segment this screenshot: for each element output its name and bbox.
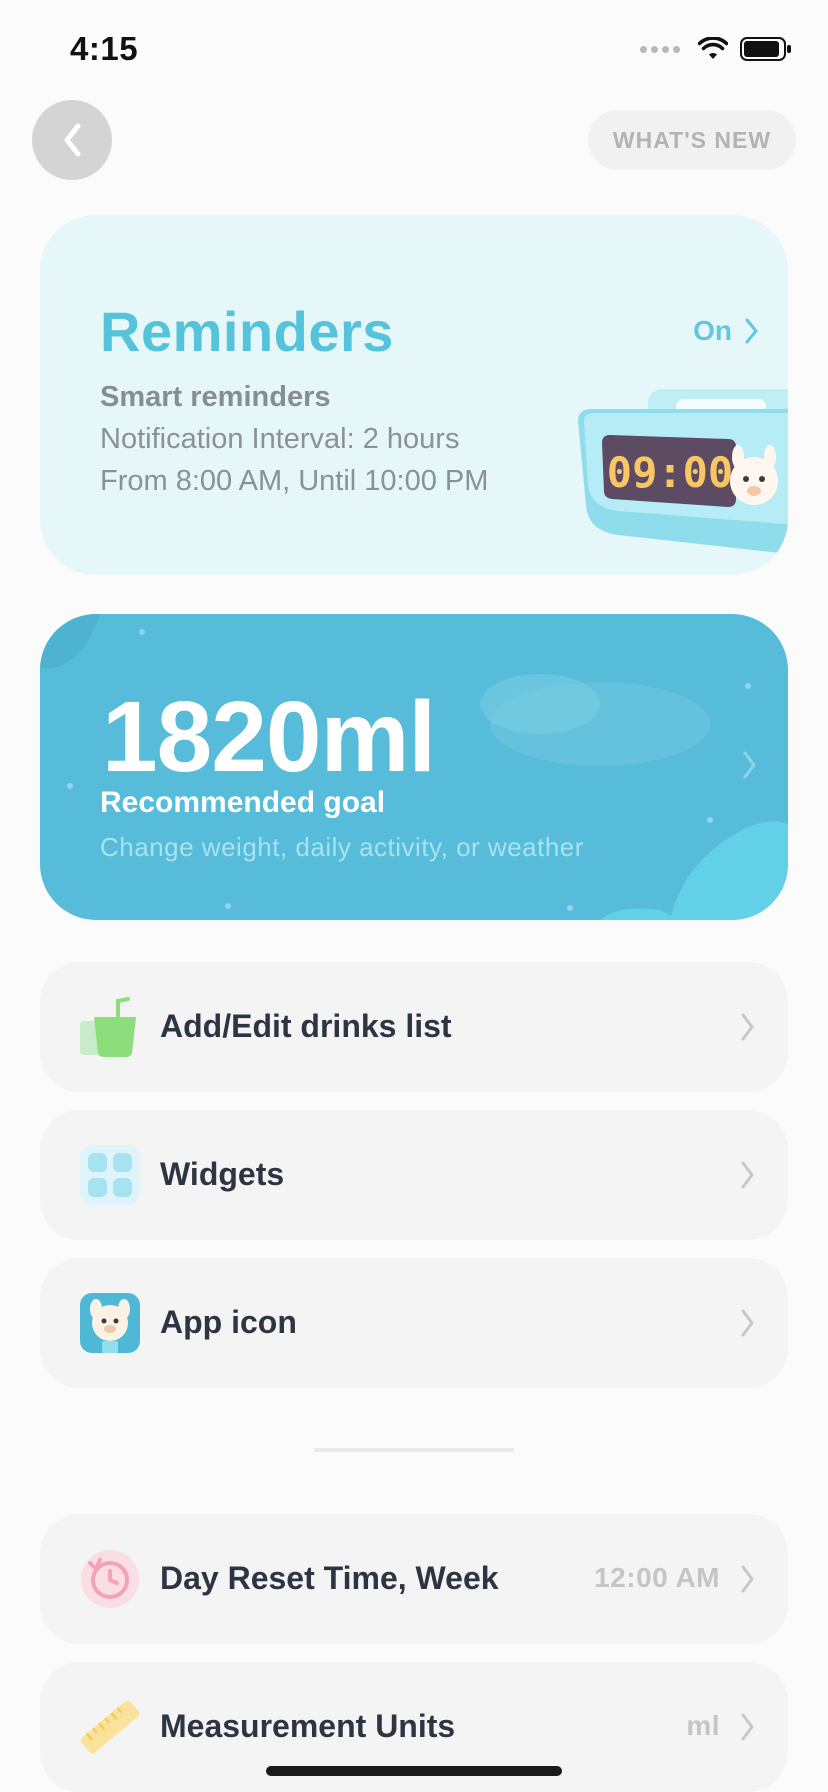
chevron-left-icon xyxy=(64,123,81,157)
row-label: Day Reset Time, Week xyxy=(160,1560,499,1596)
chevron-right-icon xyxy=(741,1713,754,1741)
chevron-right-icon xyxy=(745,318,758,344)
ruler-icon xyxy=(80,1700,140,1754)
reset-clock-icon xyxy=(81,1550,139,1608)
clock-display: 09:00 xyxy=(607,448,733,497)
widgets-grid-icon xyxy=(80,1145,140,1205)
alpaca-app-icon xyxy=(80,1293,140,1353)
row-label: Add/Edit drinks list xyxy=(160,1008,452,1044)
chevron-right-icon xyxy=(741,1309,754,1337)
drink-cup-icon xyxy=(80,997,136,1057)
drinks-list-row[interactable]: Add/Edit drinks list xyxy=(40,962,788,1092)
goal-value: 1820ml xyxy=(102,681,436,793)
battery-icon xyxy=(740,37,791,61)
row-value: ml xyxy=(686,1710,720,1741)
goal-card[interactable]: 1820ml Recommended goal Change weight, d… xyxy=(40,614,788,920)
reminders-card[interactable]: Reminders On Smart reminders Notificatio… xyxy=(40,215,788,575)
row-label: App icon xyxy=(160,1304,297,1340)
reminders-interval: Notification Interval: 2 hours xyxy=(100,423,460,455)
reminders-status: On xyxy=(693,315,760,347)
widgets-row[interactable]: Widgets xyxy=(40,1110,788,1240)
status-icons xyxy=(640,36,792,62)
status-bar: 4:15 xyxy=(0,0,828,100)
row-label: Widgets xyxy=(160,1156,285,1192)
row-label: Measurement Units xyxy=(160,1708,456,1744)
chevron-right-icon xyxy=(741,1161,754,1189)
status-time: 4:15 xyxy=(70,30,139,67)
section-divider xyxy=(314,1448,514,1452)
home-indicator[interactable] xyxy=(266,1766,562,1776)
reminders-title: Reminders xyxy=(100,300,394,363)
reminders-status-label: On xyxy=(693,315,732,346)
signal-icon xyxy=(640,45,680,53)
back-button[interactable] xyxy=(32,100,112,180)
app-icon-row[interactable]: App icon xyxy=(40,1258,788,1388)
goal-subtitle: Change weight, daily activity, or weathe… xyxy=(100,832,584,862)
goal-label: Recommended goal xyxy=(100,786,386,819)
settings-screen: 4:15 WHAT'S NEW Reminders On Smart remin… xyxy=(0,0,828,1792)
chevron-right-icon xyxy=(741,1565,754,1593)
alarm-clock-illustration: 09:00 xyxy=(578,389,788,554)
row-value: 12:00 AM xyxy=(594,1562,720,1593)
day-reset-row[interactable]: Day Reset Time, Week 12:00 AM xyxy=(40,1514,788,1644)
chevron-right-icon xyxy=(743,751,756,779)
chevron-right-icon xyxy=(741,1013,754,1041)
reminders-schedule: From 8:00 AM, Until 10:00 PM xyxy=(100,465,489,497)
wifi-icon xyxy=(698,37,728,59)
whats-new-button[interactable]: WHAT'S NEW xyxy=(588,110,796,170)
reminders-mode: Smart reminders xyxy=(100,381,331,413)
